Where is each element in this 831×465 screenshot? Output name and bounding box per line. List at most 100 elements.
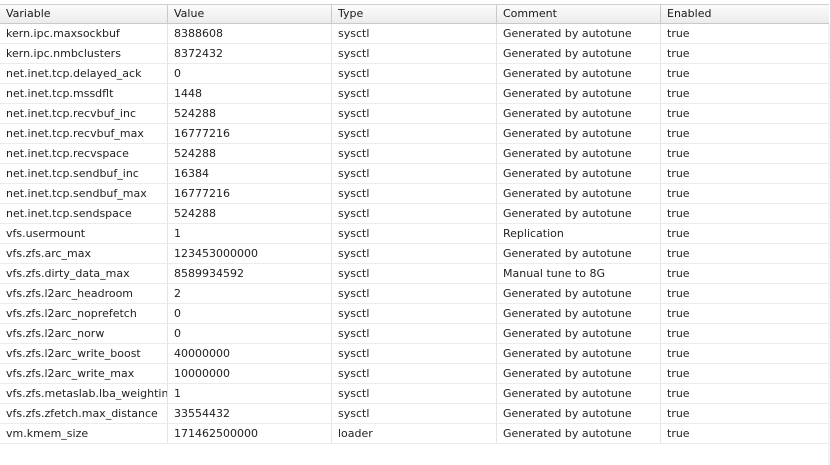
table-row[interactable]: kern.ipc.maxsockbuf 8388608 sysctl Gener…	[0, 24, 829, 44]
comment-cell: Generated by autotune	[497, 204, 661, 224]
variable-cell: net.inet.tcp.sendspace	[0, 204, 168, 224]
variable-cell: kern.ipc.nmbclusters	[0, 44, 168, 64]
variable-cell: vfs.zfs.l2arc_write_boost	[0, 344, 168, 364]
type-cell: sysctl	[332, 184, 497, 204]
comment-cell: Generated by autotune	[497, 104, 661, 124]
type-cell: sysctl	[332, 144, 497, 164]
value-cell: 8372432	[168, 44, 332, 64]
comment-cell: Generated by autotune	[497, 304, 661, 324]
enabled-cell: true	[661, 164, 829, 184]
comment-cell: Generated by autotune	[497, 24, 661, 44]
enabled-cell: true	[661, 424, 829, 444]
enabled-cell: true	[661, 324, 829, 344]
comment-cell: Generated by autotune	[497, 384, 661, 404]
variable-cell: net.inet.tcp.recvbuf_max	[0, 124, 168, 144]
column-header-value[interactable]: Value	[168, 5, 332, 23]
table-row[interactable]: net.inet.tcp.sendspace 524288 sysctl Gen…	[0, 204, 829, 224]
column-header-variable[interactable]: Variable	[0, 5, 168, 23]
variable-cell: vfs.zfs.metaslab.lba_weighting	[0, 384, 168, 404]
comment-cell: Generated by autotune	[497, 164, 661, 184]
value-cell: 8589934592	[168, 264, 332, 284]
type-cell: sysctl	[332, 364, 497, 384]
table-row[interactable]: net.inet.tcp.recvbuf_max 16777216 sysctl…	[0, 124, 829, 144]
variable-cell: vfs.zfs.zfetch.max_distance	[0, 404, 168, 424]
type-cell: sysctl	[332, 104, 497, 124]
table-row[interactable]: vfs.zfs.dirty_data_max 8589934592 sysctl…	[0, 264, 829, 284]
table-row[interactable]: vfs.zfs.l2arc_write_max 10000000 sysctl …	[0, 364, 829, 384]
value-cell: 2	[168, 284, 332, 304]
enabled-cell: true	[661, 364, 829, 384]
type-cell: sysctl	[332, 224, 497, 244]
variable-cell: vfs.zfs.arc_max	[0, 244, 168, 264]
type-cell: sysctl	[332, 324, 497, 344]
variable-cell: net.inet.tcp.recvspace	[0, 144, 168, 164]
value-cell: 524288	[168, 204, 332, 224]
variable-cell: vfs.zfs.l2arc_norw	[0, 324, 168, 344]
type-cell: sysctl	[332, 264, 497, 284]
value-cell: 33554432	[168, 404, 332, 424]
table-row[interactable]: kern.ipc.nmbclusters 8372432 sysctl Gene…	[0, 44, 829, 64]
comment-cell: Generated by autotune	[497, 244, 661, 264]
enabled-cell: true	[661, 264, 829, 284]
enabled-cell: true	[661, 104, 829, 124]
type-cell: sysctl	[332, 44, 497, 64]
table-row[interactable]: vfs.zfs.l2arc_write_boost 40000000 sysct…	[0, 344, 829, 364]
comment-cell: Generated by autotune	[497, 284, 661, 304]
comment-cell: Generated by autotune	[497, 124, 661, 144]
table-row[interactable]: net.inet.tcp.delayed_ack 0 sysctl Genera…	[0, 64, 829, 84]
enabled-cell: true	[661, 284, 829, 304]
type-cell: sysctl	[332, 284, 497, 304]
variable-cell: vfs.usermount	[0, 224, 168, 244]
enabled-cell: true	[661, 204, 829, 224]
table-row[interactable]: vfs.zfs.l2arc_norw 0 sysctl Generated by…	[0, 324, 829, 344]
comment-cell: Manual tune to 8G	[497, 264, 661, 284]
table-row[interactable]: vfs.zfs.l2arc_noprefetch 0 sysctl Genera…	[0, 304, 829, 324]
comment-cell: Generated by autotune	[497, 364, 661, 384]
column-header-comment[interactable]: Comment	[497, 5, 661, 23]
grid-header: Variable Value Type Comment Enabled	[0, 4, 829, 24]
comment-cell: Generated by autotune	[497, 44, 661, 64]
value-cell: 16777216	[168, 124, 332, 144]
table-row[interactable]: vfs.zfs.l2arc_headroom 2 sysctl Generate…	[0, 284, 829, 304]
type-cell: sysctl	[332, 64, 497, 84]
table-row[interactable]: vfs.usermount 1 sysctl Replication true	[0, 224, 829, 244]
comment-cell: Generated by autotune	[497, 344, 661, 364]
comment-cell: Generated by autotune	[497, 84, 661, 104]
enabled-cell: true	[661, 144, 829, 164]
table-row[interactable]: net.inet.tcp.recvspace 524288 sysctl Gen…	[0, 144, 829, 164]
variable-cell: net.inet.tcp.sendbuf_inc	[0, 164, 168, 184]
enabled-cell: true	[661, 84, 829, 104]
comment-cell: Generated by autotune	[497, 64, 661, 84]
value-cell: 524288	[168, 104, 332, 124]
value-cell: 1	[168, 384, 332, 404]
table-row[interactable]: net.inet.tcp.mssdflt 1448 sysctl Generat…	[0, 84, 829, 104]
variable-cell: net.inet.tcp.delayed_ack	[0, 64, 168, 84]
type-cell: sysctl	[332, 344, 497, 364]
value-cell: 8388608	[168, 24, 332, 44]
value-cell: 123453000000	[168, 244, 332, 264]
value-cell: 171462500000	[168, 424, 332, 444]
table-row[interactable]: vfs.zfs.metaslab.lba_weighting 1 sysctl …	[0, 384, 829, 404]
type-cell: sysctl	[332, 164, 497, 184]
table-row[interactable]: net.inet.tcp.sendbuf_inc 16384 sysctl Ge…	[0, 164, 829, 184]
grid-body: kern.ipc.maxsockbuf 8388608 sysctl Gener…	[0, 24, 829, 444]
type-cell: sysctl	[332, 24, 497, 44]
value-cell: 0	[168, 304, 332, 324]
comment-cell: Generated by autotune	[497, 324, 661, 344]
variable-cell: net.inet.tcp.mssdflt	[0, 84, 168, 104]
enabled-cell: true	[661, 384, 829, 404]
tunables-grid: Variable Value Type Comment Enabled kern…	[0, 0, 831, 465]
type-cell: loader	[332, 424, 497, 444]
table-row[interactable]: net.inet.tcp.recvbuf_inc 524288 sysctl G…	[0, 104, 829, 124]
column-header-type[interactable]: Type	[332, 5, 497, 23]
enabled-cell: true	[661, 24, 829, 44]
comment-cell: Generated by autotune	[497, 144, 661, 164]
variable-cell: vm.kmem_size	[0, 424, 168, 444]
table-row[interactable]: vfs.zfs.zfetch.max_distance 33554432 sys…	[0, 404, 829, 424]
table-row[interactable]: vm.kmem_size 171462500000 loader Generat…	[0, 424, 829, 444]
column-header-enabled[interactable]: Enabled	[661, 5, 829, 23]
scrollbar-edge	[828, 24, 830, 465]
table-row[interactable]: net.inet.tcp.sendbuf_max 16777216 sysctl…	[0, 184, 829, 204]
variable-cell: vfs.zfs.l2arc_write_max	[0, 364, 168, 384]
table-row[interactable]: vfs.zfs.arc_max 123453000000 sysctl Gene…	[0, 244, 829, 264]
